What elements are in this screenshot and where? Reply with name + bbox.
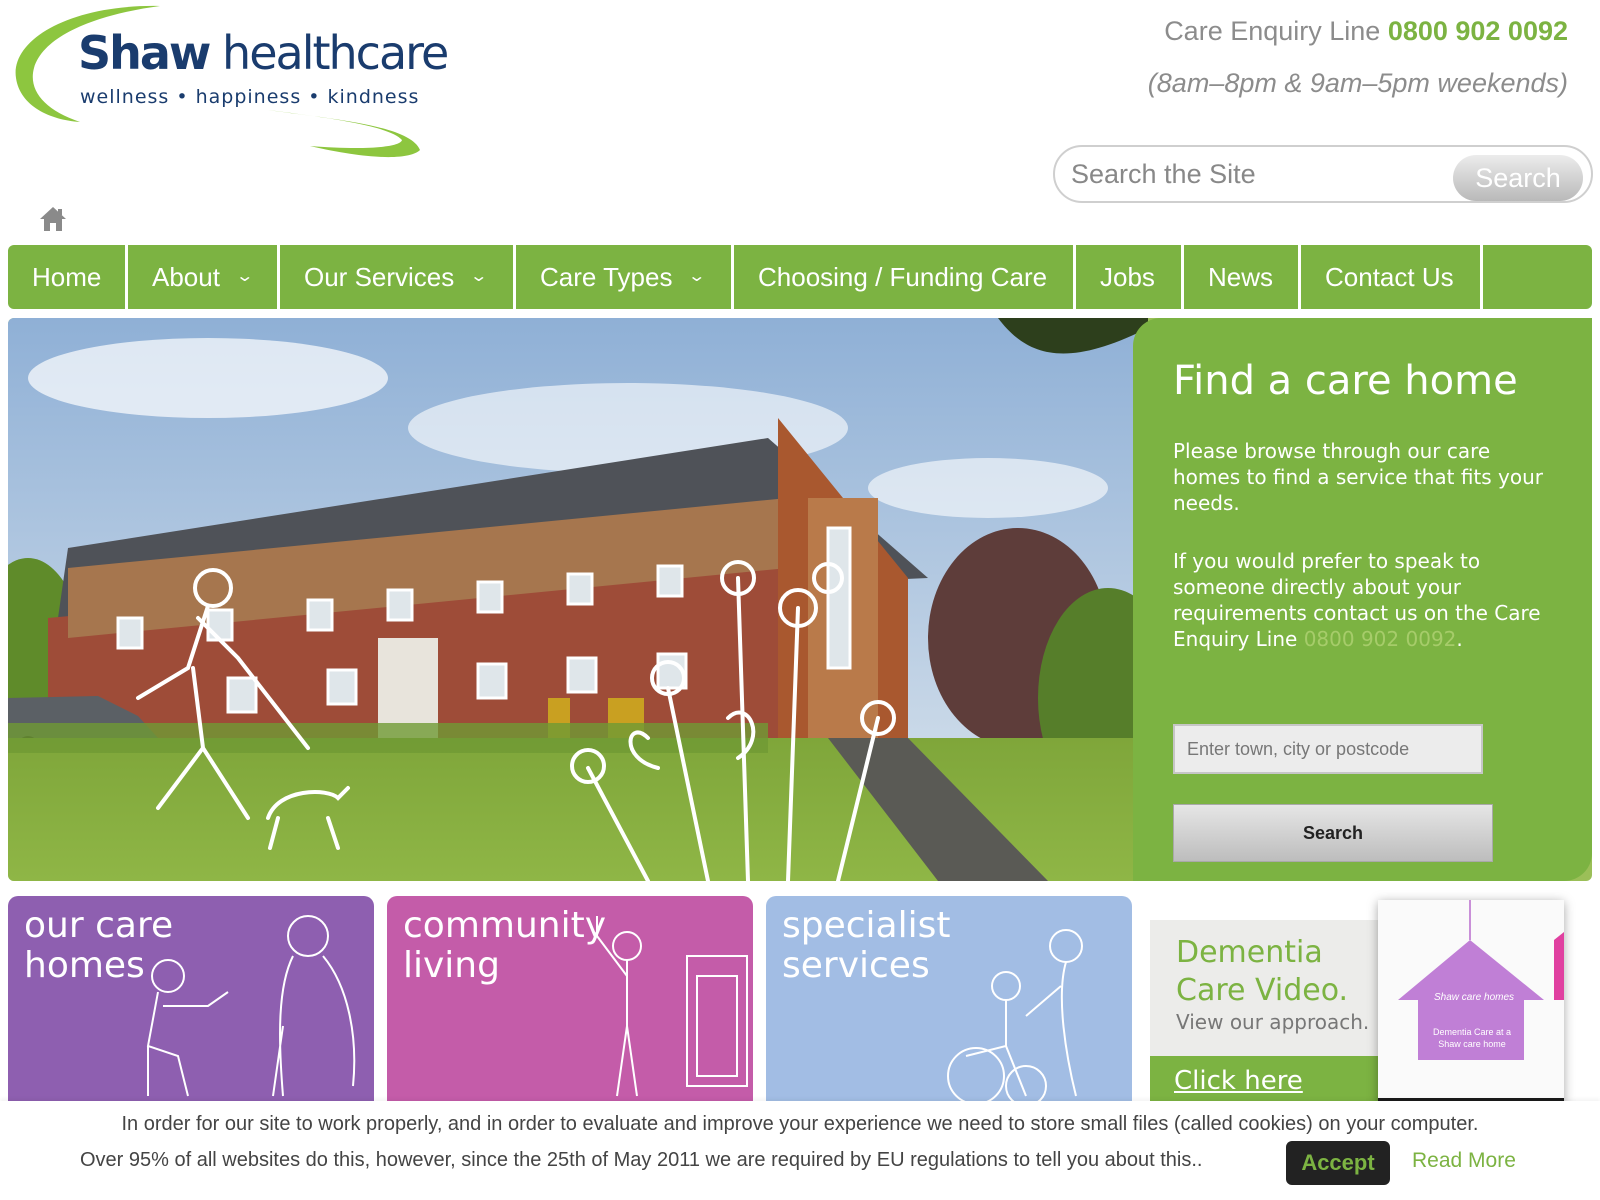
enquiry-label: Care Enquiry Line — [1164, 16, 1388, 46]
tile-specialist-services[interactable]: specialist services — [766, 896, 1132, 1106]
nav-item-about[interactable]: About ⌄ — [128, 245, 280, 309]
tile-label: specialist services — [782, 905, 951, 986]
dementia-subtitle: View our approach. — [1176, 1010, 1370, 1034]
finder-contact-text: If you would prefer to speak to someone … — [1173, 548, 1553, 652]
nav-label: Choosing / Funding Care — [758, 262, 1048, 292]
nav-item-contact-us[interactable]: Contact Us — [1301, 245, 1483, 309]
tile-community-living[interactable]: community living — [387, 896, 753, 1106]
shaw-healthcare-logo[interactable]: Shaw healthcare wellness • happiness • k… — [10, 0, 449, 168]
cookie-notice-bar: In order for our site to work properly, … — [0, 1101, 1600, 1200]
tile-label: our care homes — [24, 905, 174, 986]
cookie-text-line2: Over 95% of all websites do this, howeve… — [80, 1149, 1203, 1171]
logo-wordmark: Shaw healthcare — [78, 26, 449, 80]
dementia-video-thumbnail[interactable]: Shaw care homes Dementia Care at a Shaw … — [1378, 900, 1564, 1110]
cookie-accept-button[interactable]: Accept — [1286, 1141, 1390, 1185]
logo-tagline: wellness • happiness • kindness — [80, 86, 420, 108]
nav-label: Home — [32, 262, 102, 292]
enquiry-phone[interactable]: 0800 902 0092 — [1388, 16, 1568, 46]
nav-item-our-services[interactable]: Our Services ⌄ — [280, 245, 516, 309]
site-search-box: Search — [1053, 145, 1593, 203]
nav-item-news[interactable]: News — [1184, 245, 1301, 309]
finder-contact-phone[interactable]: 0800 902 0092 — [1304, 627, 1457, 651]
nav-label: About — [152, 262, 220, 292]
nav-label: Care Types — [540, 262, 673, 292]
care-home-photo — [8, 318, 1148, 881]
house-icon — [1398, 900, 1564, 1060]
nav-item-jobs[interactable]: Jobs — [1076, 245, 1184, 309]
video-caption: Dementia Care at a Shaw care home — [1432, 1027, 1512, 1049]
dementia-title: Dementia Care Video. — [1176, 935, 1349, 1008]
cookie-read-more-link[interactable]: Read More — [1412, 1149, 1516, 1173]
main-nav: Home About ⌄ Our Services ⌄ Care Types ⌄… — [8, 245, 1592, 309]
chevron-down-icon: ⌄ — [235, 268, 255, 285]
home-icon[interactable] — [38, 205, 68, 233]
nav-item-choosing-funding-care[interactable]: Choosing / Funding Care — [734, 245, 1076, 309]
video-brand-text: Shaw care homes — [1434, 992, 1515, 1003]
chevron-down-icon: ⌄ — [687, 268, 707, 285]
nav-label: Our Services — [304, 262, 455, 292]
click-here-label: Click here — [1174, 1066, 1303, 1096]
find-care-home-panel: Find a care home Please browse through o… — [1133, 318, 1592, 881]
tile-our-care-homes[interactable]: our care homes — [8, 896, 374, 1106]
tile-label: community living — [403, 905, 607, 986]
care-enquiry-line: Care Enquiry Line 0800 902 0092 — [1164, 16, 1568, 47]
finder-contact-end: . — [1456, 627, 1463, 651]
finder-title: Find a care home — [1173, 358, 1518, 404]
site-search-button[interactable]: Search — [1453, 155, 1583, 201]
location-search-input[interactable] — [1173, 724, 1483, 774]
nav-label: Contact Us — [1325, 262, 1454, 292]
enquiry-hours: (8am–8pm & 9am–5pm weekends) — [1147, 68, 1568, 98]
chevron-down-icon: ⌄ — [469, 268, 489, 285]
finder-intro: Please browse through our care homes to … — [1173, 439, 1544, 515]
nav-label: News — [1208, 262, 1274, 292]
site-search-input[interactable] — [1071, 153, 1451, 195]
nav-item-care-types[interactable]: Care Types ⌄ — [516, 245, 734, 309]
cookie-text-line1: In order for our site to work properly, … — [121, 1113, 1479, 1135]
dementia-video-card[interactable]: Dementia Care Video. View our approach. … — [1150, 920, 1390, 1110]
find-care-home-search-button[interactable]: Search — [1173, 804, 1493, 862]
nav-item-home[interactable]: Home — [8, 245, 128, 309]
nav-label: Jobs — [1100, 262, 1155, 292]
